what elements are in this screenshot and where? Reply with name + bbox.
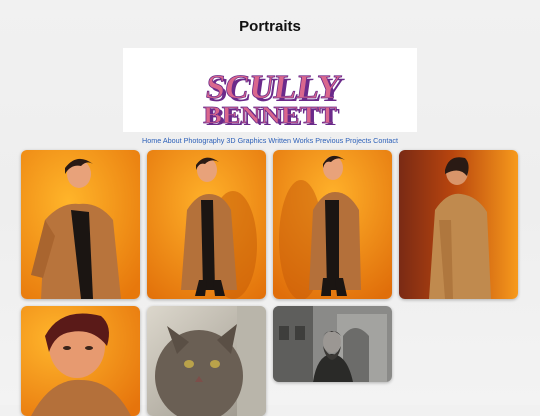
gallery-photo-3[interactable] [273,150,392,299]
site-logo[interactable]: SCULLY SCULLY BENNETT BENNETT [123,48,417,132]
nav-link-about[interactable]: About [163,136,182,145]
logo-wordmark-graphic: SCULLY SCULLY BENNETT BENNETT [203,69,347,131]
nav-link-photography[interactable]: Photography [184,136,225,145]
portrait-image [399,150,518,299]
pet-image [147,306,266,416]
portrait-image [21,306,140,416]
gallery-photo-1[interactable] [21,150,140,299]
nav-link-home[interactable]: Home [142,136,161,145]
portrait-image [273,150,392,299]
portrait-image [273,306,392,382]
main-navigation: Home About Photography 3D Graphics Writt… [0,136,540,145]
gallery-photo-7[interactable] [273,306,392,382]
gallery-photo-5[interactable] [21,306,140,416]
page-title: Portraits [239,18,301,35]
gallery-photo-2[interactable] [147,150,266,299]
portrait-image [147,150,266,299]
logo-line1: SCULLY [203,69,343,106]
gallery-photo-6[interactable] [147,306,266,416]
nav-link-contact[interactable]: Contact [373,136,398,145]
nav-link-written-works[interactable]: Written Works [268,136,313,145]
portrait-image [21,150,140,299]
nav-link-previous-projects[interactable]: Previous Projects [315,136,371,145]
nav-link-3d-graphics[interactable]: 3D Graphics [226,136,266,145]
gallery-photo-4[interactable] [399,150,518,299]
logo-line2: BENNETT [203,102,337,129]
